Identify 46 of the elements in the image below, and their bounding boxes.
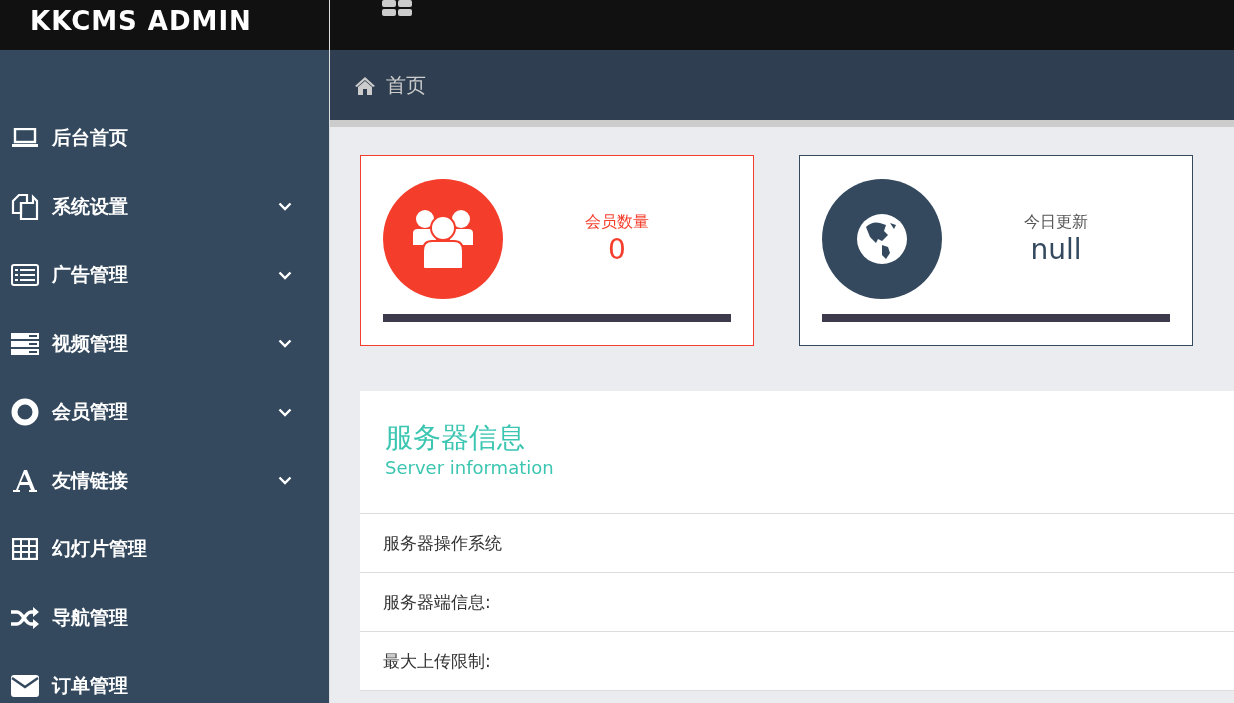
sidebar-item[interactable]: 订单管理 [0,652,329,703]
chevron-down-icon [278,202,292,212]
chevron-down-icon [278,270,292,280]
globe-icon [856,213,908,265]
stat-label: 会员数量 [585,211,649,233]
sidebar-item[interactable]: 后台首页 [0,104,329,173]
shuffle-icon [11,605,39,630]
sidebar-item-label: 幻灯片管理 [52,536,148,562]
envelope-icon [11,675,39,698]
sidebar-item-label: 后台首页 [52,125,129,151]
home-icon [354,75,376,95]
sidebar-item[interactable]: 友情链接 [0,446,329,515]
stat-value: null [1030,232,1082,267]
users-icon [410,209,476,269]
brand-logo-text: KKCMS ADMIN [30,6,252,36]
stat-value: 0 [608,232,626,267]
sidebar-item[interactable]: 视频管理 [0,309,329,378]
sidebar-item-label: 广告管理 [52,262,129,288]
server-icon [11,332,39,355]
sidebar-item-label: 友情链接 [52,467,129,493]
grid-icon[interactable] [382,0,412,16]
sidebar-item[interactable]: 系统设置 [0,172,329,241]
sidebar-item-label: 导航管理 [52,604,129,630]
panel-subtitle: Server information [385,457,555,478]
sidebar-item-label: 会员管理 [52,399,129,425]
sidebar-item[interactable]: 会员管理 [0,378,329,447]
copy-icon [11,192,39,221]
chevron-down-icon [278,407,292,417]
laptop-icon [12,128,38,149]
info-label: 最大上传限制: [383,649,491,673]
sidebar-item[interactable]: 幻灯片管理 [0,515,329,584]
chevron-down-icon [278,339,292,349]
list-icon [11,264,39,287]
sidebar-item-label: 订单管理 [52,673,129,699]
chevron-down-icon [278,476,292,486]
info-label: 服务器操作系统 [383,531,502,555]
sidebar-item-label: 视频管理 [52,330,129,356]
stat-label: 今日更新 [1024,211,1088,233]
info-label: 服务器端信息: [383,590,491,614]
sidebar-item[interactable]: 导航管理 [0,583,329,652]
sidebar-item-label: 系统设置 [52,193,129,219]
panel-title: 服务器信息 [385,420,526,456]
table-icon [12,538,38,561]
sidebar-item[interactable]: 广告管理 [0,241,329,310]
breadcrumb-link[interactable]: 首页 [386,71,426,99]
font-icon [12,468,38,493]
